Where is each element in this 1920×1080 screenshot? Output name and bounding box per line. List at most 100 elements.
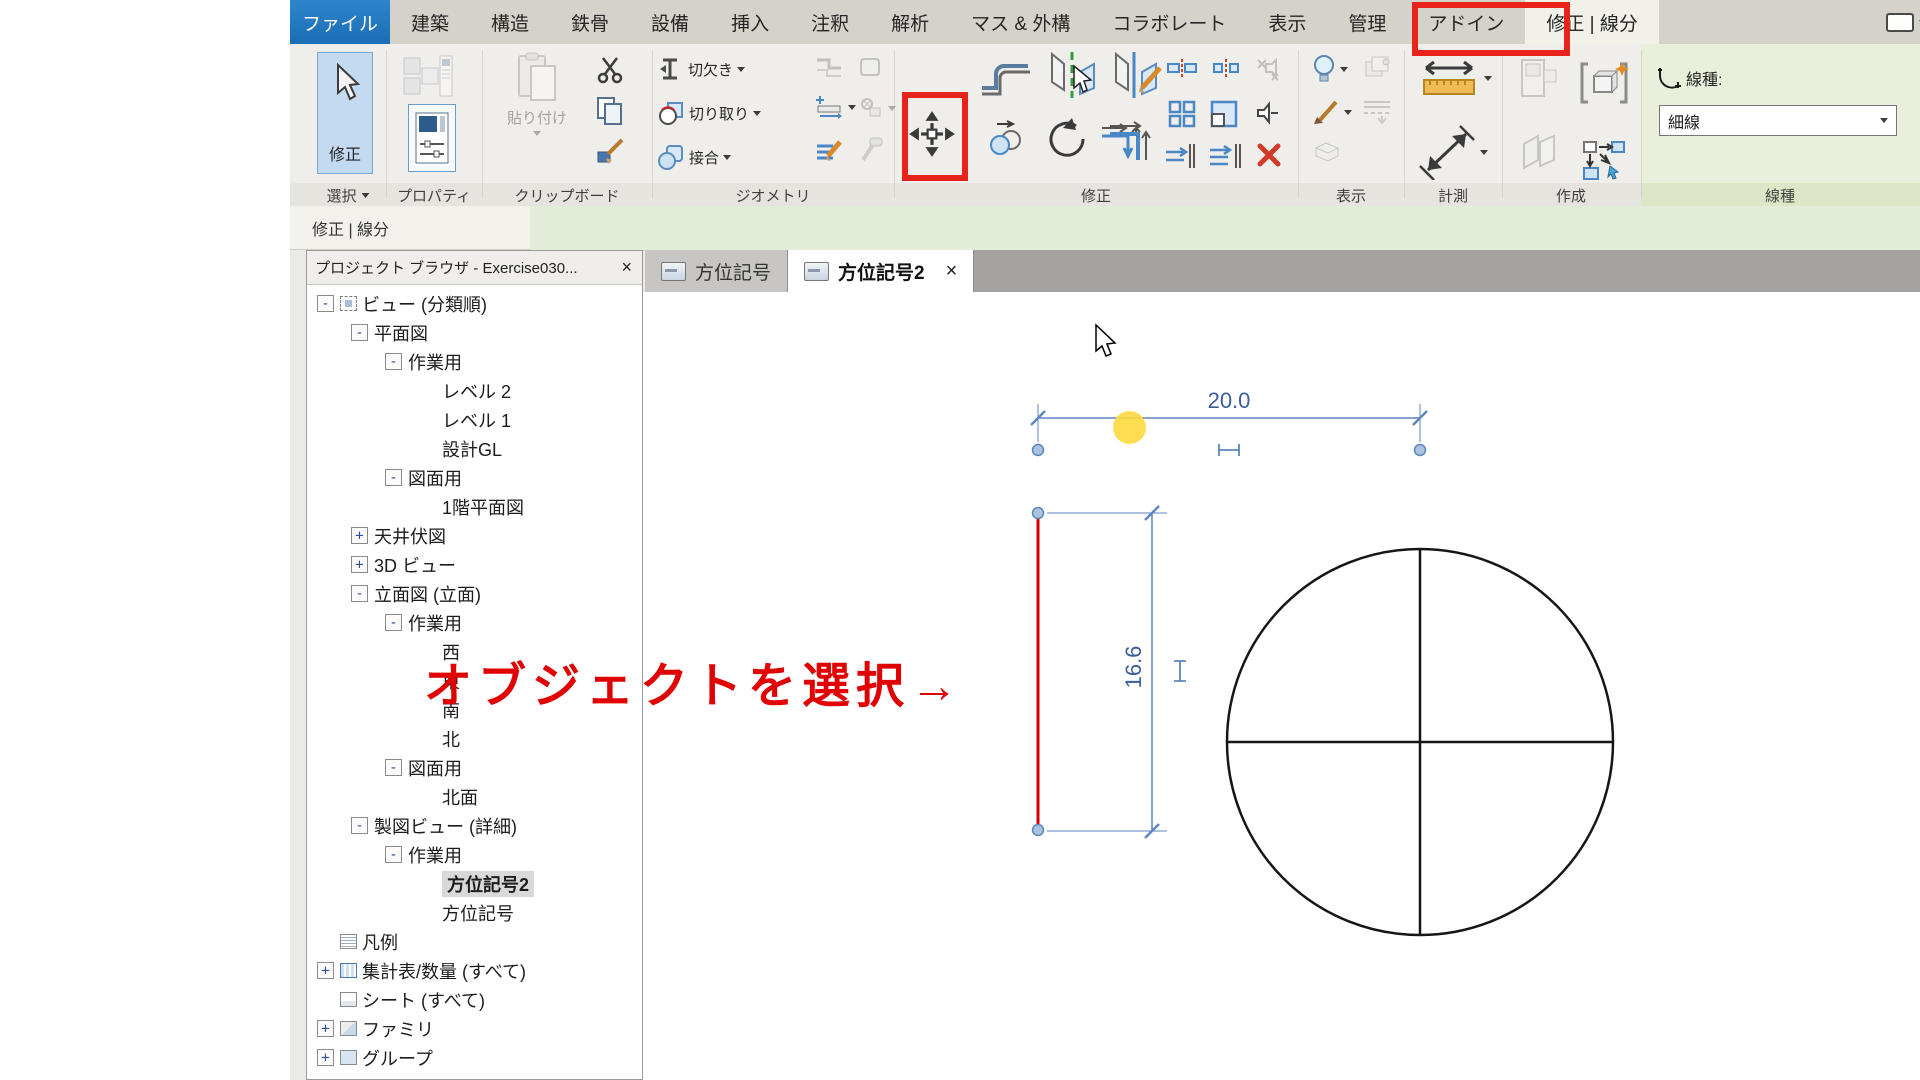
tree-item[interactable]: 北面 — [307, 782, 642, 811]
dimension-grip[interactable] — [1033, 445, 1044, 456]
tree-item[interactable]: - 作業用 — [307, 347, 642, 376]
tree-expand-toggle[interactable]: - — [385, 469, 402, 486]
tree-item[interactable]: + グループ — [307, 1043, 642, 1072]
tree-item[interactable]: + 天井伏図 — [307, 521, 642, 550]
aligned-dimension-button[interactable] — [1418, 124, 1488, 180]
ribbon-tab[interactable]: 設備 — [630, 0, 710, 44]
match-type-properties-button[interactable] — [596, 136, 626, 166]
line-endpoint-grip[interactable] — [1033, 508, 1044, 519]
tree-item[interactable]: 凡例 — [307, 927, 642, 956]
trim-extend-single-button[interactable] — [1164, 142, 1196, 170]
trim-extend-multiple-button[interactable] — [1208, 142, 1242, 170]
tree-item[interactable]: - 立面図 (立面) — [307, 579, 642, 608]
tree-item[interactable]: 方位記号 — [307, 898, 642, 927]
tree-item[interactable]: - 製図ビュー (詳細) — [307, 811, 642, 840]
tree-item[interactable]: Revit リンク — [307, 1072, 642, 1080]
scale-button[interactable] — [1210, 100, 1238, 128]
tree-expand-toggle[interactable]: - — [385, 846, 402, 863]
split-with-gap-button[interactable] — [1210, 58, 1242, 78]
tree-item[interactable]: - 図面用 — [307, 753, 642, 782]
displace-elements-button[interactable] — [1312, 140, 1342, 164]
close-icon[interactable]: × — [946, 260, 958, 283]
trim-extend-corner-button[interactable] — [1108, 116, 1156, 162]
vertical-dimension[interactable] — [1047, 506, 1186, 838]
tree-item[interactable]: 1階平面図 — [307, 492, 642, 521]
tree-item[interactable]: - 作業用 — [307, 608, 642, 637]
unpin-button[interactable] — [1252, 56, 1282, 82]
cut-to-clipboard-button[interactable] — [596, 56, 624, 84]
vertical-dimension-value[interactable]: 16.6 — [1121, 646, 1146, 689]
type-properties-button[interactable] — [402, 54, 454, 100]
tree-item[interactable]: - ビュー (分類順) — [307, 289, 642, 318]
tree-item[interactable]: - 平面図 — [307, 318, 642, 347]
tree-item[interactable]: 方位記号2 — [307, 869, 642, 898]
tree-item[interactable]: - 作業用 — [307, 840, 642, 869]
tree-item[interactable]: - 図面用 — [307, 463, 642, 492]
cut-geometry-button[interactable]: 切り取り — [658, 100, 761, 127]
horizontal-dimension-value[interactable]: 20.0 — [1208, 388, 1251, 413]
tree-expand-toggle[interactable]: - — [351, 585, 368, 602]
tree-item[interactable]: + 3D ビュー — [307, 550, 642, 579]
properties-palette-button[interactable] — [408, 104, 456, 172]
ribbon-tab[interactable]: 管理 — [1327, 0, 1407, 44]
copy-tool-button[interactable] — [985, 118, 1025, 156]
selection-box-button[interactable] — [1362, 54, 1392, 82]
tree-item[interactable]: レベル 1 — [307, 405, 642, 434]
ribbon-tab[interactable]: 建築 — [390, 0, 470, 44]
pin-button[interactable] — [1254, 100, 1280, 126]
tree-item[interactable]: レベル 2 — [307, 376, 642, 405]
tree-expand-toggle[interactable]: - — [385, 353, 402, 370]
delete-button[interactable] — [1256, 142, 1282, 168]
tree-item[interactable]: + ファミリ — [307, 1014, 642, 1043]
join-geometry-button[interactable]: 接合 — [658, 144, 731, 171]
project-browser-header[interactable]: プロジェクト ブラウザ - Exercise030... × — [307, 251, 642, 285]
tree-item[interactable]: 設計GL — [307, 434, 642, 463]
ribbon-tab[interactable]: マス & 外構 — [950, 0, 1091, 44]
array-button[interactable] — [1168, 100, 1196, 128]
tree-expand-toggle[interactable]: - — [351, 817, 368, 834]
select-panel-label[interactable]: 選択 — [326, 185, 369, 206]
paste-button[interactable]: 貼り付け — [506, 52, 568, 176]
beam-cutback-button[interactable] — [814, 94, 856, 120]
line-endpoint-grip[interactable] — [1033, 825, 1044, 836]
view-tab[interactable]: 方位記号 — [645, 250, 788, 292]
rotate-button[interactable] — [1042, 116, 1086, 160]
mirror-draw-axis-button[interactable] — [1112, 50, 1164, 100]
tree-expand-toggle[interactable]: - — [317, 295, 334, 312]
ribbon-tab[interactable]: ファイル — [290, 0, 390, 44]
tree-item[interactable]: 北 — [307, 724, 642, 753]
tree-expand-toggle[interactable]: + — [317, 1049, 334, 1066]
measure-button[interactable] — [1418, 58, 1492, 98]
tree-expand-toggle[interactable]: - — [385, 759, 402, 776]
ribbon-tab[interactable]: 解析 — [870, 0, 950, 44]
ribbon-tab[interactable]: コラボレート — [1091, 0, 1247, 44]
tree-expand-toggle[interactable]: - — [385, 614, 402, 631]
unjoin-button[interactable] — [858, 96, 896, 120]
dimension-grip[interactable] — [1415, 445, 1426, 456]
ribbon-tab[interactable]: 構造 — [470, 0, 550, 44]
demolish-button[interactable] — [858, 136, 886, 164]
copy-to-clipboard-button[interactable] — [596, 96, 624, 126]
mirror-pick-axis-button[interactable] — [1048, 50, 1100, 100]
modify-tool-button[interactable]: 修正 — [317, 52, 373, 174]
ribbon-display-toggle-button[interactable] — [1886, 13, 1920, 32]
tree-item[interactable]: + 集計表/数量 (すべて) — [307, 956, 642, 985]
tree-expand-toggle[interactable]: + — [351, 556, 368, 573]
view-tab[interactable]: 方位記号2 × — [788, 250, 974, 292]
hide-elements-button[interactable] — [1312, 54, 1348, 84]
ribbon-tab[interactable]: 注釈 — [790, 0, 870, 44]
create-assembly-button[interactable] — [1518, 56, 1560, 100]
wall-opening-button[interactable] — [858, 56, 884, 80]
tree-expand-toggle[interactable]: + — [317, 1020, 334, 1037]
edit-profile-button[interactable] — [814, 136, 844, 166]
cut-notch-button[interactable]: 切欠き — [658, 56, 745, 82]
chamfer-button[interactable] — [978, 52, 1034, 96]
tree-item[interactable]: シート (すべて) — [307, 985, 642, 1014]
cope-button[interactable] — [814, 56, 844, 80]
tree-expand-toggle[interactable]: + — [317, 962, 334, 979]
linework-button[interactable] — [1362, 98, 1392, 124]
override-graphics-button[interactable] — [1312, 98, 1352, 126]
ribbon-tab[interactable]: 挿入 — [710, 0, 790, 44]
create-group-button[interactable] — [1578, 58, 1630, 108]
split-element-button[interactable] — [1166, 58, 1198, 78]
